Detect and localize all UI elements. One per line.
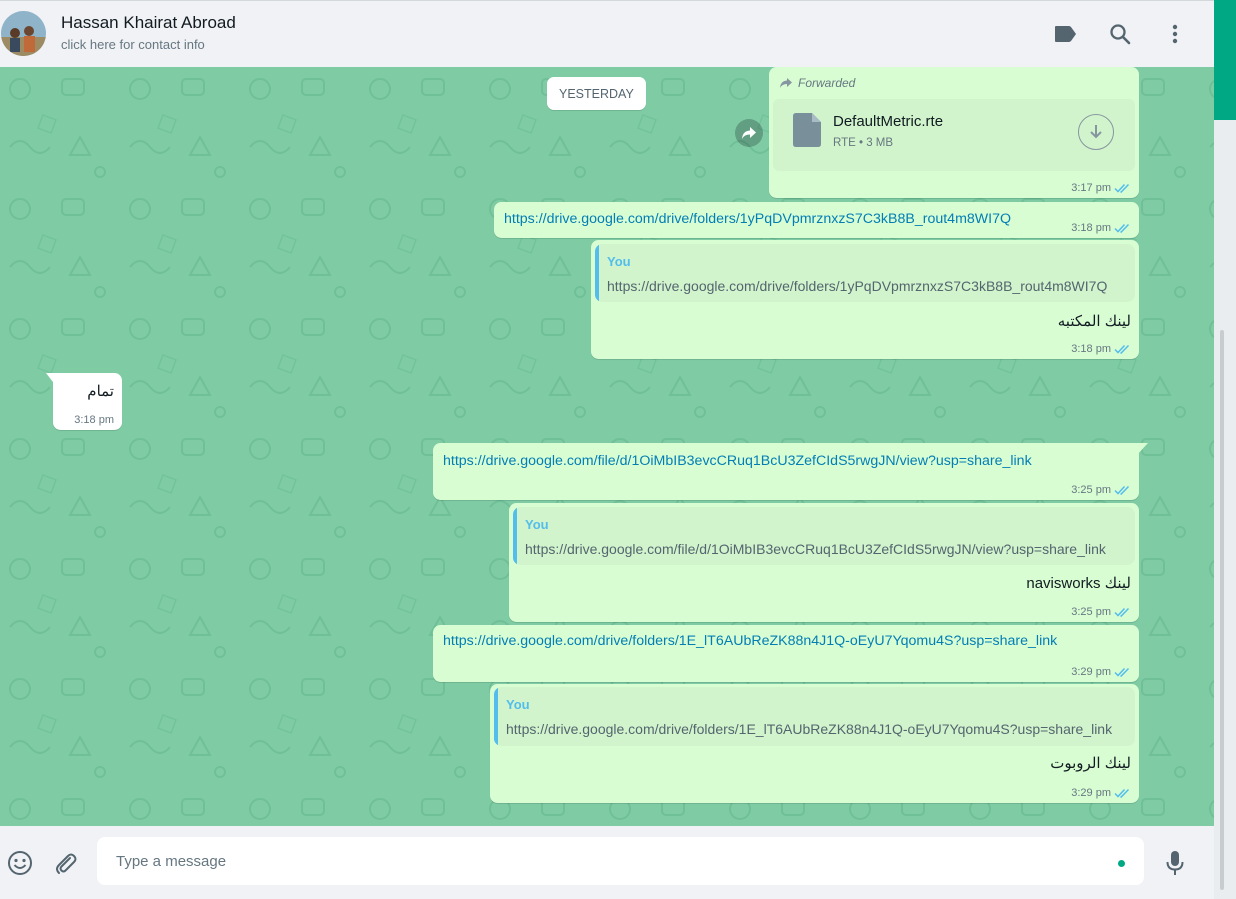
message-time: 3:18 pm <box>1071 222 1111 234</box>
message-link-text[interactable]: https://drive.google.com/file/d/1OiMbIB3… <box>443 453 1032 469</box>
quoted-message[interactable]: You https://drive.google.com/file/d/1OiM… <box>513 507 1135 565</box>
forwarded-icon <box>780 78 792 88</box>
quote-author: You <box>525 517 549 532</box>
quote-text: https://drive.google.com/drive/folders/1… <box>506 721 1113 737</box>
message-text: لينك navisworks <box>1026 575 1131 592</box>
message-input[interactable] <box>97 837 1144 885</box>
message-time: 3:17 pm <box>1071 182 1111 194</box>
message-meta: 3:25 pm <box>1071 484 1131 496</box>
menu-icon[interactable] <box>1160 19 1190 49</box>
read-ticks-icon <box>1114 667 1130 677</box>
status-dot <box>1118 860 1125 867</box>
forward-icon <box>742 127 756 139</box>
quote-author: You <box>607 254 631 269</box>
date-chip: YESTERDAY <box>547 77 646 110</box>
message-time: 3:25 pm <box>1071 484 1111 496</box>
read-ticks-icon <box>1114 183 1130 193</box>
forwarded-label: Forwarded <box>798 76 856 90</box>
file-meta: RTE • 3 MB <box>833 137 894 149</box>
message-incoming[interactable]: تمام 3:18 pm <box>53 373 122 430</box>
composer <box>0 826 1214 899</box>
message-meta: 3:18 pm <box>74 414 114 426</box>
message-meta: 3:29 pm <box>1071 666 1131 678</box>
message-meta: 3:18 pm <box>1071 343 1131 355</box>
message-time: 3:18 pm <box>1071 343 1111 355</box>
message-link[interactable]: https://drive.google.com/drive/folders/1… <box>433 625 1139 682</box>
download-button[interactable] <box>1078 114 1114 150</box>
message-reply[interactable]: You https://drive.google.com/file/d/1OiM… <box>509 503 1139 622</box>
message-link[interactable]: https://drive.google.com/drive/folders/1… <box>494 202 1139 238</box>
message-time: 3:29 pm <box>1071 787 1111 799</box>
message-meta: 3:17 pm <box>1071 182 1131 194</box>
message-time: 3:25 pm <box>1071 606 1111 618</box>
side-panel-edge <box>1214 0 1236 899</box>
message-reply[interactable]: You https://drive.google.com/drive/folde… <box>591 240 1139 359</box>
contact-info-hint[interactable]: click here for contact info <box>61 37 205 52</box>
quoted-message[interactable]: You https://drive.google.com/drive/folde… <box>494 687 1135 746</box>
message-reply[interactable]: You https://drive.google.com/drive/folde… <box>490 684 1139 803</box>
quote-author: You <box>506 697 530 712</box>
chat-window: Hassan Khairat Abroad click here for con… <box>0 0 1214 899</box>
download-icon <box>1090 125 1102 139</box>
message-file[interactable]: Forwarded DefaultMetric.rte RTE • 3 MB 3… <box>769 67 1139 198</box>
message-text: لينك الروبوت <box>1050 755 1131 772</box>
message-link[interactable]: https://drive.google.com/file/d/1OiMbIB3… <box>433 443 1139 500</box>
read-ticks-icon <box>1114 223 1130 233</box>
read-ticks-icon <box>1114 788 1130 798</box>
read-ticks-icon <box>1114 344 1130 354</box>
message-meta: 3:29 pm <box>1071 787 1131 799</box>
attach-icon[interactable] <box>50 848 80 878</box>
emoji-icon[interactable] <box>5 848 35 878</box>
quote-text: https://drive.google.com/drive/folders/1… <box>607 278 1108 294</box>
accent-bar <box>1214 0 1236 120</box>
scrollbar[interactable] <box>1220 330 1224 890</box>
message-time: 3:29 pm <box>1071 666 1111 678</box>
read-ticks-icon <box>1114 485 1130 495</box>
search-icon[interactable] <box>1105 19 1135 49</box>
file-card[interactable]: DefaultMetric.rte RTE • 3 MB <box>773 99 1135 171</box>
message-list[interactable]: YESTERDAY Forwarded DefaultMetric.rte RT… <box>0 67 1214 826</box>
message-link-text[interactable]: https://drive.google.com/drive/folders/1… <box>443 633 1057 649</box>
quoted-message[interactable]: You https://drive.google.com/drive/folde… <box>595 244 1135 302</box>
microphone-icon[interactable] <box>1160 848 1190 878</box>
read-ticks-icon <box>1114 607 1130 617</box>
message-link-text[interactable]: https://drive.google.com/drive/folders/1… <box>504 211 1011 227</box>
label-icon[interactable] <box>1050 19 1080 49</box>
message-meta: 3:25 pm <box>1071 606 1131 618</box>
quote-text: https://drive.google.com/file/d/1OiMbIB3… <box>525 541 1106 557</box>
forward-button[interactable] <box>735 119 763 147</box>
message-text: تمام <box>87 383 114 400</box>
message-meta: 3:18 pm <box>1071 222 1131 234</box>
chat-header[interactable]: Hassan Khairat Abroad click here for con… <box>0 0 1214 67</box>
file-name: DefaultMetric.rte <box>833 113 944 130</box>
avatar[interactable] <box>1 11 46 56</box>
contact-name[interactable]: Hassan Khairat Abroad <box>61 13 236 33</box>
message-text: لينك المكتبه <box>1057 313 1131 330</box>
message-time: 3:18 pm <box>74 414 114 426</box>
file-icon <box>793 113 821 147</box>
